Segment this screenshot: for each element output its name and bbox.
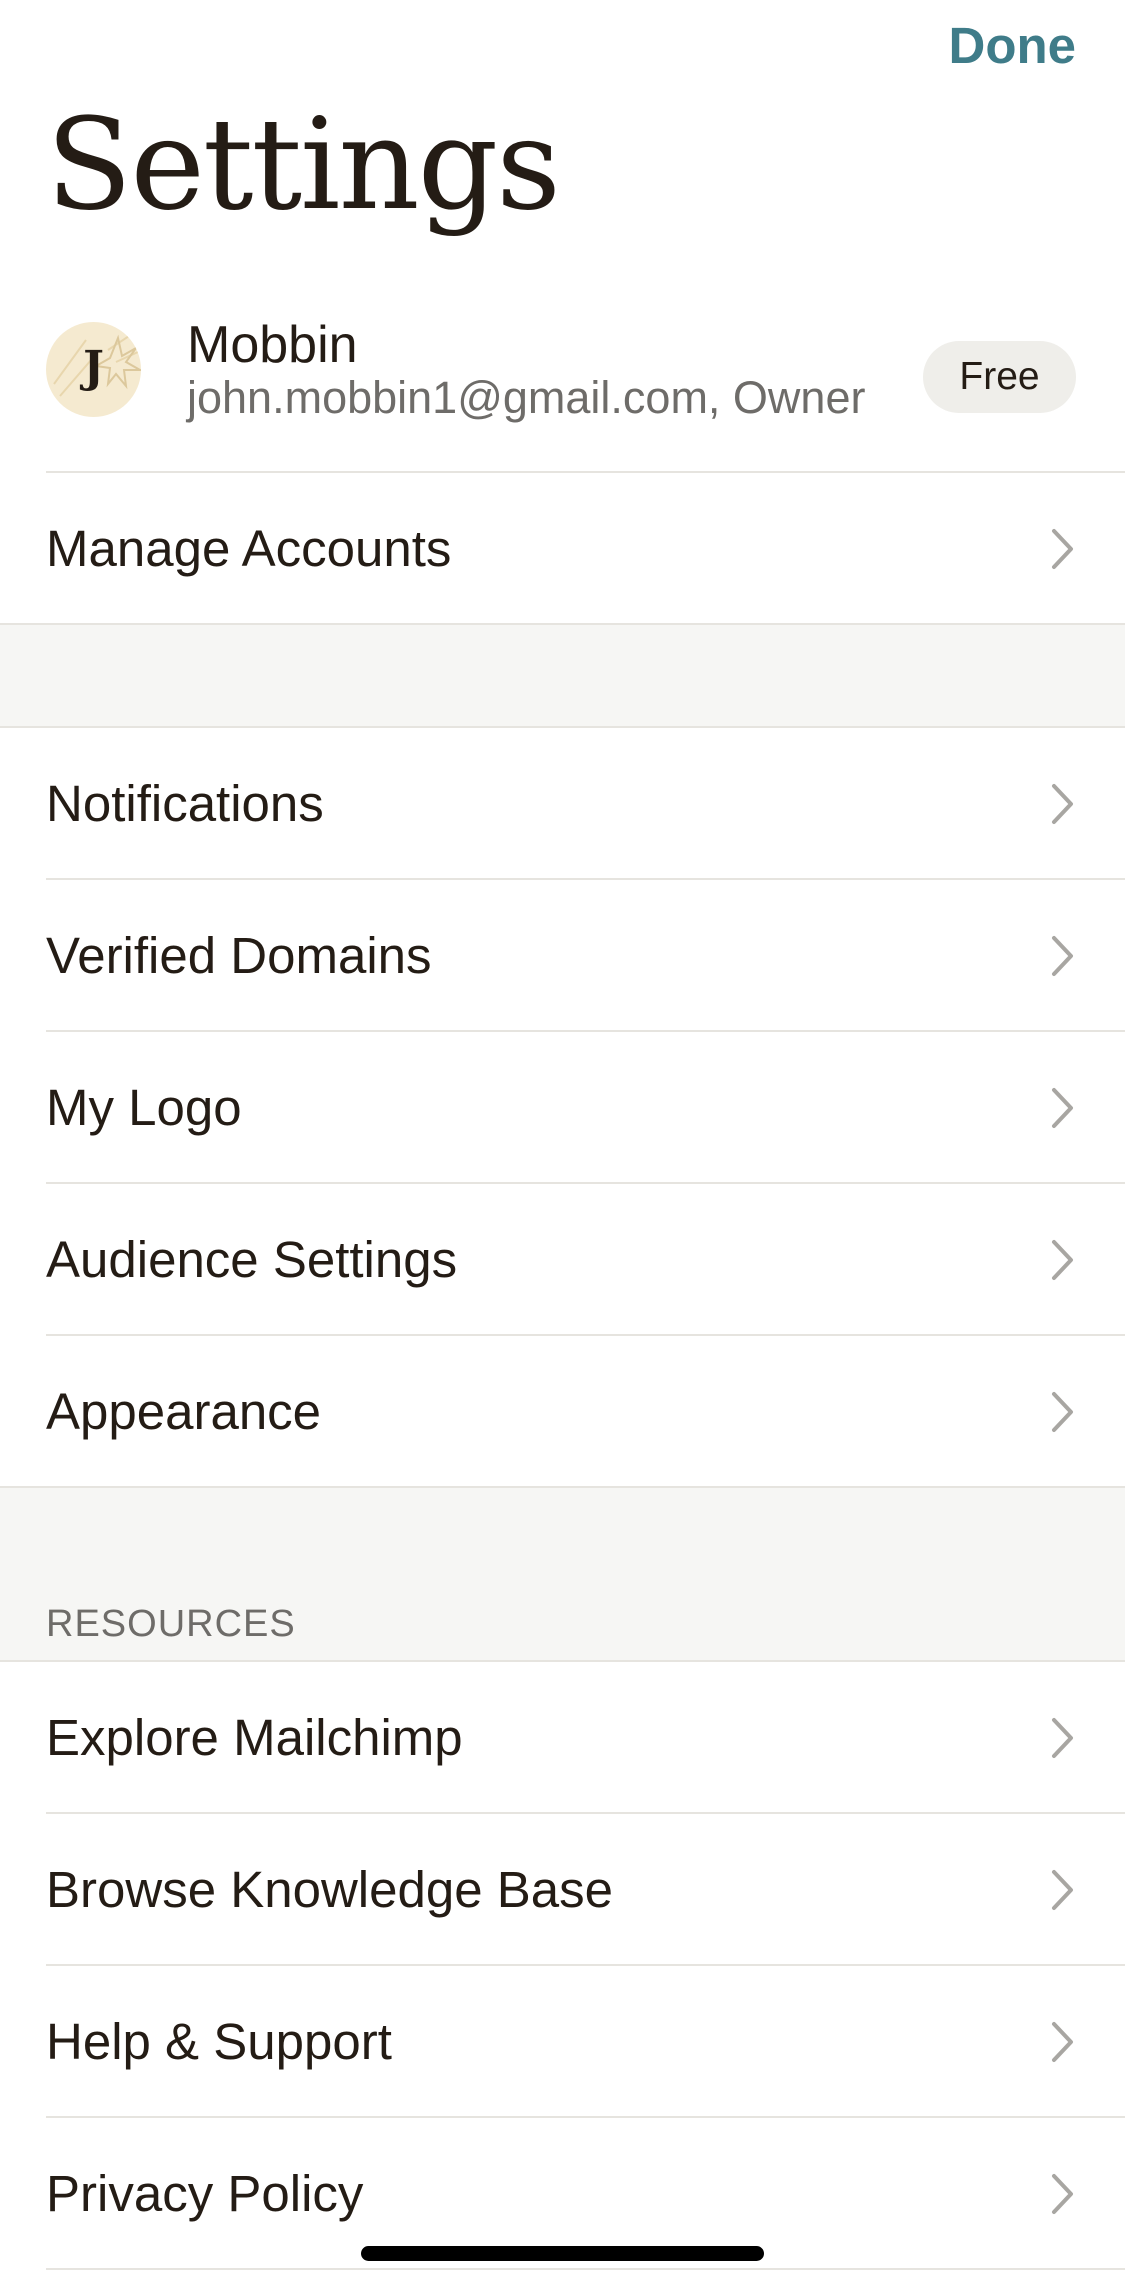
account-name: Mobbin [187,316,358,374]
avatar: J [46,322,141,417]
chevron-right-icon [1052,936,1073,976]
appearance-row[interactable]: Appearance [0,1336,1125,1488]
section-spacer [0,625,1125,728]
row-label: Explore Mailchimp [46,1709,463,1766]
row-label: Browse Knowledge Base [46,1861,614,1918]
row-label: Manage Accounts [46,520,452,577]
chevron-right-icon [1052,1718,1073,1758]
preferences-list: Notifications Verified Domains My Logo A… [0,728,1125,1488]
home-indicator [361,2246,764,2261]
row-label: Appearance [46,1383,322,1440]
chevron-right-icon [1052,529,1073,569]
resources-section-header: RESOURCES [0,1488,1125,1662]
row-label: Audience Settings [46,1231,458,1288]
avatar-initial: J [83,342,104,393]
verified-domains-row[interactable]: Verified Domains [0,880,1125,1032]
audience-settings-row[interactable]: Audience Settings [0,1184,1125,1336]
row-label: Help & Support [46,2013,392,2070]
notifications-row[interactable]: Notifications [0,728,1125,880]
account-summary: J Mobbin john.mobbin1@gmail.com, Owner F… [46,275,1125,473]
my-logo-row[interactable]: My Logo [0,1032,1125,1184]
divider [0,623,1125,625]
done-button[interactable]: Done [949,16,1077,76]
navigation-bar: Done [0,0,1125,90]
browse-knowledge-base-row[interactable]: Browse Knowledge Base [0,1814,1125,1966]
chevron-right-icon [1052,2174,1073,2214]
section-header-label: RESOURCES [46,1603,296,1645]
account-email: john.mobbin1@gmail.com, Owner [187,372,866,423]
row-label: Notifications [46,775,324,832]
help-support-row[interactable]: Help & Support [0,1966,1125,2118]
chevron-right-icon [1052,1870,1073,1910]
chevron-right-icon [1052,1240,1073,1280]
manage-accounts-row[interactable]: Manage Accounts [0,473,1125,625]
chevron-right-icon [1052,1392,1073,1432]
chevron-right-icon [1052,2022,1073,2062]
explore-mailchimp-row[interactable]: Explore Mailchimp [0,1662,1125,1814]
row-label: Verified Domains [46,927,432,984]
page-title: Settings [46,91,561,238]
plan-badge: Free [923,341,1076,413]
chevron-right-icon [1052,784,1073,824]
divider [46,2268,1125,2270]
row-label: Privacy Policy [46,2165,364,2222]
row-label: My Logo [46,1079,242,1136]
resources-list: Explore Mailchimp Browse Knowledge Base … [0,1662,1125,2270]
chevron-right-icon [1052,1088,1073,1128]
